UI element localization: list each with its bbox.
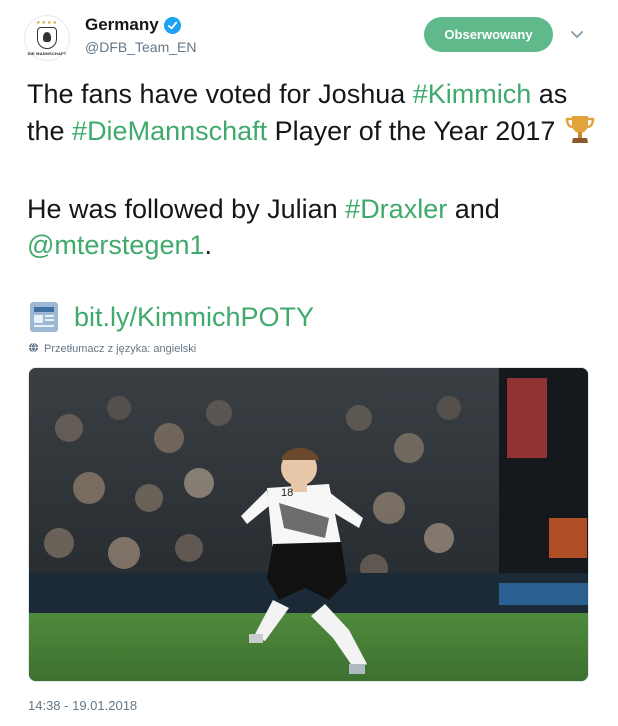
tweet-photo[interactable]: 18: [28, 367, 589, 682]
timestamp[interactable]: 14:38 - 19.01.2018: [28, 698, 137, 713]
stars-icon: ★★★★: [36, 19, 58, 26]
text-segment: and: [447, 194, 500, 224]
text-segment: He was followed by Julian: [27, 194, 346, 224]
tweet-paragraph-1: The fans have voted for Joshua #Kimmich …: [27, 76, 597, 155]
handle[interactable]: @DFB_Team_EN: [85, 39, 196, 55]
globe-icon: [28, 342, 39, 356]
hashtag-draxler[interactable]: #Draxler: [345, 194, 447, 224]
text-segment: Player of the Year 2017: [267, 116, 563, 146]
trophy-icon: [563, 112, 597, 155]
shirt-number: 18: [281, 487, 293, 499]
dfb-crest-icon: [37, 26, 57, 49]
avatar[interactable]: ★★★★ DIE MANNSCHAFT: [24, 15, 70, 61]
text-segment: .: [204, 230, 213, 260]
verified-badge-icon: [163, 16, 181, 34]
translate-label[interactable]: Przetłumacz z języka: angielski: [44, 343, 196, 355]
translate-tweet[interactable]: Przetłumacz z języka: angielski: [28, 342, 196, 356]
author-name-row[interactable]: Germany: [85, 15, 181, 35]
following-button[interactable]: Obserwowany: [424, 17, 553, 52]
hashtag-diemannschaft[interactable]: #DieMannschaft: [72, 116, 267, 146]
text-segment: The fans have voted for Joshua: [27, 79, 413, 109]
mention-mterstegen1[interactable]: @mterstegen1: [27, 230, 205, 260]
avatar-label: DIE MANNSCHAFT: [27, 50, 67, 56]
hashtag-kimmich[interactable]: #Kimmich: [413, 79, 532, 109]
display-name[interactable]: Germany: [85, 15, 159, 35]
newspaper-icon: [28, 299, 62, 335]
tweet-paragraph-2: He was followed by Julian #Draxler and @…: [27, 191, 597, 263]
tweet-link[interactable]: bit.ly/KimmichPOTY: [74, 302, 314, 333]
link-row[interactable]: bit.ly/KimmichPOTY: [28, 299, 314, 335]
chevron-down-icon[interactable]: [569, 26, 585, 42]
tweet-text: The fans have voted for Joshua #Kimmich …: [27, 76, 597, 263]
